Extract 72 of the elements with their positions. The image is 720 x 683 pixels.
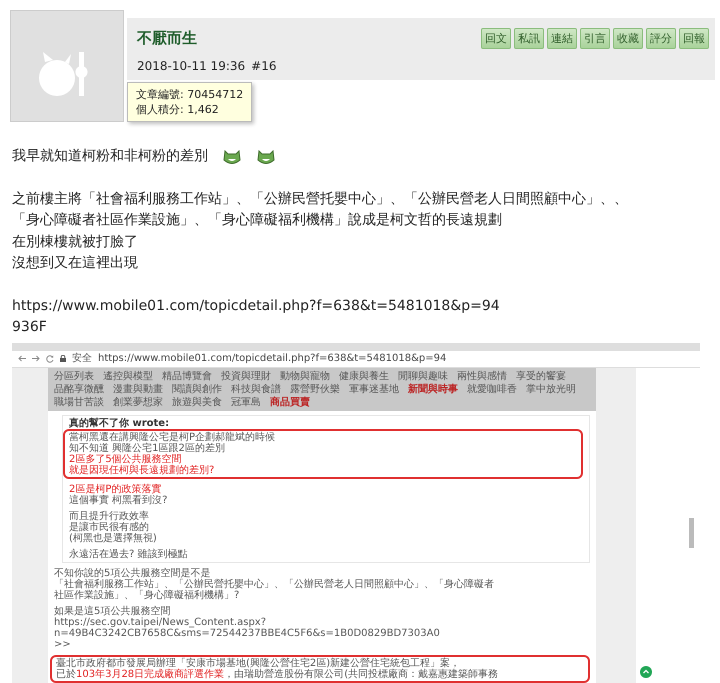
quote-heading: 真的幫不了你 wrote: bbox=[69, 418, 170, 428]
reply-line: 不知你說的5項公共服務空間是不是 bbox=[54, 568, 212, 578]
category-link[interactable]: 新聞與時事 bbox=[408, 384, 458, 394]
forward-icon[interactable] bbox=[32, 355, 40, 362]
category-link[interactable]: 閒聊與趣味 bbox=[398, 370, 448, 382]
reply-line: n=49B4C3242CB7658C&sms=72544237BBE4C5F6&s=1B0D0829BD7303A0 bbox=[54, 628, 441, 638]
quote-line: 永遠活在過去? 雖該到極點 bbox=[69, 548, 188, 560]
category-link[interactable]: 兩性與感情 bbox=[457, 370, 507, 382]
post-action-button[interactable]: 回文 bbox=[481, 28, 511, 49]
category-link[interactable]: 閱讀與創作 bbox=[172, 384, 222, 394]
category-link[interactable]: 精品博覽會 bbox=[162, 370, 212, 382]
category-link[interactable]: 分區列表 bbox=[54, 370, 94, 382]
category-link[interactable]: 就愛咖啡香 bbox=[467, 384, 517, 394]
post-action-button[interactable]: 引言 bbox=[580, 28, 610, 49]
reply-line: 「社會福利服務工作站」、「公辦民營托嬰中心」、「公辦民營老人日間照顧中心」、「身心障礙者 bbox=[54, 578, 495, 590]
floor-number: #16 bbox=[251, 59, 276, 73]
category-link[interactable]: 漫畫與動畫 bbox=[113, 384, 163, 394]
category-link[interactable]: 露營野伙樂 bbox=[290, 384, 340, 394]
category-link[interactable]: 創業夢想家 bbox=[113, 396, 163, 408]
post-text: 936F bbox=[12, 318, 47, 337]
post-action-button[interactable]: 回報 bbox=[679, 28, 709, 49]
post-text: 沒想到又在這裡出現 bbox=[12, 254, 138, 273]
category-link[interactable]: 享受的饗宴 bbox=[516, 370, 566, 382]
quote-line: 這個事實 柯黑看到沒? bbox=[69, 494, 168, 506]
category-link[interactable]: 商品買賣 bbox=[270, 396, 310, 408]
category-link[interactable]: 職場甘苦談 bbox=[54, 396, 104, 408]
grin-emoticon-icon bbox=[256, 148, 276, 166]
reply-line: 如果是這5項公共服務空間 bbox=[54, 606, 172, 616]
post-text: 之前樓主將「社會福利服務工作站」、「公辦民營托嬰中心」、「公辦民營老人日間照顧中心」、、 bbox=[12, 190, 628, 208]
quote-line: 2區是柯P的政策落實 bbox=[69, 484, 162, 494]
tooltip-line: 文章編號: 70454712 bbox=[136, 87, 244, 102]
quote-line: 知不知道 興隆公宅1區跟2區的差別 bbox=[69, 442, 226, 454]
category-link[interactable]: 冠軍島 bbox=[231, 396, 261, 408]
secure-label: 安全 bbox=[72, 353, 92, 364]
category-link[interactable]: 遙控與模型 bbox=[103, 370, 153, 382]
reply-line: 社區作業設施」、「身心障礙福利機構」? bbox=[54, 590, 240, 600]
reply-line: >> bbox=[54, 638, 72, 650]
post-text: https://www.mobile01.com/topicdetail.php?f=638&t=5481018&p=94 bbox=[12, 296, 500, 316]
post-action-button[interactable]: 私訊 bbox=[514, 28, 544, 49]
category-link[interactable]: 科技與食譜 bbox=[231, 384, 281, 394]
post-text: 我早就知道柯粉和非柯粉的差別 bbox=[12, 147, 208, 166]
post-date: 2018-10-11 19:36 bbox=[137, 59, 246, 73]
reload-icon[interactable] bbox=[46, 354, 54, 362]
lock-icon bbox=[60, 355, 66, 362]
grin-emoticon-icon bbox=[222, 148, 242, 166]
post-action-button[interactable]: 收藏 bbox=[613, 28, 643, 49]
category-link[interactable]: 掌中放光明 bbox=[526, 384, 576, 394]
post-text: 在別棟樓就被打臉了 bbox=[12, 232, 138, 252]
reply-line: https://sec.gov.taipei/News_Content.aspx? bbox=[54, 616, 268, 628]
reply-line: 臺北市政府都市發展局辦理「安康市場基地(興隆公營住宅2區)新建公營住宅統包工程」案， bbox=[56, 658, 462, 668]
reply-line: 已於103年3月28日完成廠商評選作業，由瑞助營造股份有限公司(共同投標廠商：戴嘉惠建築師事務 bbox=[56, 668, 500, 680]
tooltip-line: 個人積分: 1,462 bbox=[136, 102, 220, 117]
post-action-button[interactable]: 連結 bbox=[547, 28, 577, 49]
category-link[interactable]: 投資與理財 bbox=[221, 370, 271, 382]
quote-line: 是讓市民很有感的 bbox=[69, 522, 150, 532]
author-name[interactable]: 不厭而生 bbox=[137, 29, 197, 48]
quote-line: 當柯黑還在講興隆公宅是柯P企劃郝龍斌的時候 bbox=[69, 432, 276, 442]
post-text: 「身心障礙者社區作業設施」、「身心障礙福利機構」說成是柯文哲的長遠規劃 bbox=[12, 211, 502, 230]
scroll-top-icon[interactable] bbox=[640, 666, 652, 678]
back-icon[interactable] bbox=[18, 355, 26, 362]
category-link[interactable]: 旅遊與美食 bbox=[172, 396, 222, 408]
category-link[interactable]: 健康與養生 bbox=[339, 370, 389, 382]
scrollbar-thumb[interactable] bbox=[689, 518, 694, 548]
quote-line: 而且提升行政效率 bbox=[69, 510, 150, 522]
category-link[interactable]: 軍事迷基地 bbox=[349, 384, 399, 394]
category-link[interactable]: 動物與寵物 bbox=[280, 370, 330, 382]
quote-line: (柯黑也是選擇無視) bbox=[69, 532, 158, 544]
url-text: https://www.mobile01.com/topicdetail.php?f=638&t=5481018&p=94 bbox=[98, 353, 446, 364]
category-link[interactable]: 品酩享微醺 bbox=[54, 384, 104, 394]
quote-line: 就是因現任柯與長遠規劃的差別? bbox=[69, 464, 216, 476]
quote-line: 2區多了5個公共服務空間 bbox=[69, 454, 183, 464]
post-action-button[interactable]: 評分 bbox=[646, 28, 676, 49]
